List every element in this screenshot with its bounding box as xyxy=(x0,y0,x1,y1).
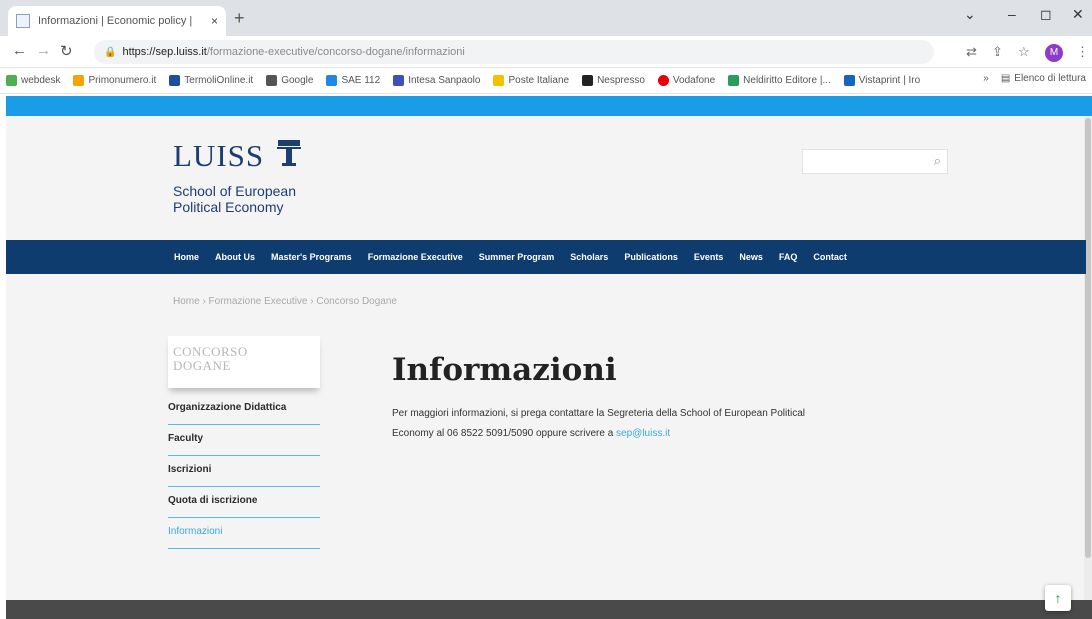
sidebar-title-line1: CONCORSO xyxy=(173,344,248,359)
bookmark-favicon-icon xyxy=(493,75,505,86)
lock-icon: 🔒 xyxy=(104,46,117,58)
bookmark-star-icon[interactable]: ☆ xyxy=(1018,44,1030,60)
nav-events[interactable]: Events xyxy=(694,252,724,262)
page-footer xyxy=(6,600,1092,619)
reading-list-label: Elenco di lettura xyxy=(1014,73,1086,84)
profile-avatar[interactable]: M xyxy=(1045,44,1063,62)
bookmark-item[interactable]: Google xyxy=(266,75,313,86)
email-link[interactable]: sep@luiss.it xyxy=(616,428,670,439)
address-bar-row: ← → ↻ 🔒 https://sep.luiss.it/formazione-… xyxy=(0,36,1092,68)
top-accent-strip xyxy=(6,96,1092,116)
bookmark-item[interactable]: TermoliOnline.it xyxy=(169,75,253,86)
bookmark-favicon-icon xyxy=(73,75,85,86)
nav-home[interactable]: Home xyxy=(174,252,199,262)
bookmark-favicon-icon xyxy=(169,75,181,86)
school-name: School of European Political Economy xyxy=(173,183,296,215)
bookmark-item[interactable]: Poste Italiane xyxy=(493,75,569,86)
forward-arrow-icon[interactable]: → xyxy=(36,42,51,59)
bookmark-favicon-icon xyxy=(843,75,855,86)
site-logo[interactable]: LUISS xyxy=(173,138,264,174)
sidebar-item-quota-di-iscrizione[interactable]: Quota di iscrizione xyxy=(168,487,320,518)
reading-list-icon: ▤ xyxy=(1000,73,1011,84)
paragraph-line2: Economy al 06 8522 5091/5090 oppure scri… xyxy=(392,428,617,439)
breadcrumb[interactable]: Home › Formazione Executive › Concorso D… xyxy=(173,296,397,307)
new-tab-button[interactable]: + xyxy=(234,8,245,29)
bookmark-item[interactable]: webdesk xyxy=(6,75,60,86)
contact-paragraph: Per maggiori informazioni, si prega cont… xyxy=(392,404,862,444)
maximize-button[interactable]: ◻ xyxy=(1040,6,1052,23)
sidebar-item-iscrizioni[interactable]: Iscrizioni xyxy=(168,456,320,487)
bookmark-item[interactable]: Vistaprint | Iro xyxy=(843,75,920,86)
school-name-line1: School of European xyxy=(173,183,296,199)
bookmark-item[interactable]: Intesa Sanpaolo xyxy=(393,75,480,86)
tab-search-icon[interactable]: ⌄ xyxy=(964,6,976,23)
nav-masters-programs[interactable]: Master's Programs xyxy=(271,252,352,262)
share-icon[interactable]: ⇪ xyxy=(992,44,1003,60)
minimize-button[interactable]: – xyxy=(1008,6,1016,22)
sidebar-menu: Organizzazione Didattica Faculty Iscrizi… xyxy=(168,394,320,549)
bookmark-favicon-icon xyxy=(657,75,669,86)
bookmark-favicon-icon xyxy=(6,75,17,86)
nav-contact[interactable]: Contact xyxy=(813,252,847,262)
nav-publications[interactable]: Publications xyxy=(624,252,678,262)
bookmark-item[interactable]: SAE 112 xyxy=(326,75,380,86)
sidebar-title: CONCORSO DOGANE xyxy=(168,336,320,388)
site-search-input[interactable]: ⌕ xyxy=(802,149,948,174)
browser-tab-bar: Informazioni | Economic policy | × + ⌄ –… xyxy=(0,0,1092,36)
close-window-button[interactable]: ✕ xyxy=(1072,6,1084,23)
bookmarks-bar: webdesk Primonumero.it TermoliOnline.it … xyxy=(0,68,1092,94)
paragraph-line1: Per maggiori informazioni, si prega cont… xyxy=(392,408,806,419)
back-arrow-icon[interactable]: ← xyxy=(12,42,27,59)
nav-formazione-executive[interactable]: Formazione Executive xyxy=(368,252,463,262)
nav-faq[interactable]: FAQ xyxy=(779,252,798,262)
nav-scholars[interactable]: Scholars xyxy=(570,252,608,262)
bookmark-item[interactable]: Vodafone xyxy=(657,75,715,86)
reload-icon[interactable]: ↻ xyxy=(60,42,73,60)
bookmark-favicon-icon xyxy=(326,75,338,86)
sidebar-item-faculty[interactable]: Faculty xyxy=(168,425,320,456)
bookmarks-more-icon[interactable]: » xyxy=(983,73,989,84)
tab-title: Informazioni | Economic policy | xyxy=(38,15,193,27)
url-text: https://sep.luiss.it/formazione-executiv… xyxy=(122,46,465,58)
nav-about-us[interactable]: About Us xyxy=(215,252,255,262)
menu-kebab-icon[interactable]: ⋮ xyxy=(1076,44,1089,60)
browser-tab[interactable]: Informazioni | Economic policy | × xyxy=(8,6,226,36)
bookmark-favicon-icon xyxy=(582,75,594,86)
page-scrollbar[interactable] xyxy=(1084,116,1092,600)
search-icon[interactable]: ⌕ xyxy=(934,153,941,169)
bookmark-item[interactable]: Primonumero.it xyxy=(73,75,156,86)
nav-news[interactable]: News xyxy=(739,252,763,262)
back-to-top-icon[interactable]: ↑ xyxy=(1045,585,1071,611)
scrollbar-thumb[interactable] xyxy=(1085,118,1091,558)
sidebar-item-informazioni[interactable]: Informazioni xyxy=(168,518,320,549)
bookmark-item[interactable]: Nespresso xyxy=(582,75,645,86)
bookmark-favicon-icon xyxy=(393,75,405,86)
bookmark-favicon-icon xyxy=(266,75,278,86)
sidebar-item-organizzazione-didattica[interactable]: Organizzazione Didattica xyxy=(168,394,320,425)
translate-icon[interactable]: ⇄ xyxy=(966,44,977,60)
school-name-line2: Political Economy xyxy=(173,199,284,215)
url-field[interactable]: 🔒 https://sep.luiss.it/formazione-execut… xyxy=(94,40,934,64)
luiss-emblem-icon xyxy=(277,140,301,166)
tab-close-icon[interactable]: × xyxy=(211,14,218,28)
page-title: Informazioni xyxy=(392,352,617,388)
reading-list[interactable]: » ▤ Elenco di lettura xyxy=(983,73,1086,84)
sidebar-title-line2: DOGANE xyxy=(173,358,231,373)
main-navigation: Home About Us Master's Programs Formazio… xyxy=(6,240,1086,274)
bookmark-item[interactable]: Neldiritto Editore |... xyxy=(728,75,831,86)
bookmark-favicon-icon xyxy=(728,75,740,86)
nav-summer-program[interactable]: Summer Program xyxy=(479,252,555,262)
page-favicon-icon xyxy=(16,14,30,28)
